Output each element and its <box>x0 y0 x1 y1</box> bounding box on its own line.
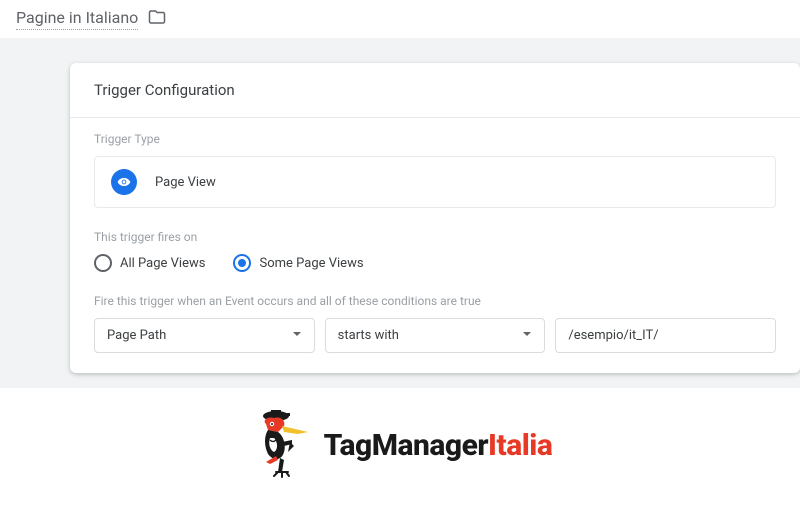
logo-text: TagManagerItalia <box>324 428 553 463</box>
condition-value-text: /esempio/it_IT/ <box>568 328 658 343</box>
condition-operator-value: starts with <box>338 328 399 343</box>
eye-icon <box>111 169 137 195</box>
radio-some-page-views[interactable]: Some Page Views <box>233 254 363 272</box>
condition-variable-value: Page Path <box>107 328 166 343</box>
chevron-down-icon <box>292 328 302 343</box>
content-area: Trigger Configuration Trigger Type Page … <box>0 38 800 388</box>
trigger-config-card: Trigger Configuration Trigger Type Page … <box>70 63 800 373</box>
condition-operator-select[interactable]: starts with <box>325 318 546 353</box>
logo-text-part1: TagManager <box>324 428 488 463</box>
condition-variable-select[interactable]: Page Path <box>94 318 315 353</box>
trigger-type-selector[interactable]: Page View <box>94 156 776 208</box>
trigger-type-label: Trigger Type <box>94 132 776 146</box>
fires-on-label: This trigger fires on <box>94 230 776 244</box>
woodpecker-icon <box>248 406 320 484</box>
condition-row: Page Path starts with /esempio/it_IT/ <box>94 318 776 353</box>
radio-checked-icon <box>233 254 251 272</box>
radio-unchecked-icon <box>94 254 112 272</box>
condition-value-input[interactable]: /esempio/it_IT/ <box>555 318 776 353</box>
trigger-name-input[interactable]: Pagine in Italiano <box>16 8 138 30</box>
card-heading: Trigger Configuration <box>70 63 800 118</box>
card-body: Trigger Type Page View This trigger fire… <box>70 118 800 353</box>
footer-logo: TagManagerItalia <box>0 388 800 484</box>
folder-icon[interactable] <box>148 8 166 30</box>
fires-on-radio-group: All Page Views Some Page Views <box>94 254 776 272</box>
logo-text-part2: Italia <box>488 428 552 463</box>
radio-some-label: Some Page Views <box>259 256 363 271</box>
condition-help-label: Fire this trigger when an Event occurs a… <box>94 294 776 308</box>
radio-all-page-views[interactable]: All Page Views <box>94 254 205 272</box>
chevron-down-icon <box>522 328 532 343</box>
trigger-type-name: Page View <box>155 175 216 190</box>
page-header: Pagine in Italiano <box>0 0 800 38</box>
radio-all-label: All Page Views <box>120 256 205 271</box>
